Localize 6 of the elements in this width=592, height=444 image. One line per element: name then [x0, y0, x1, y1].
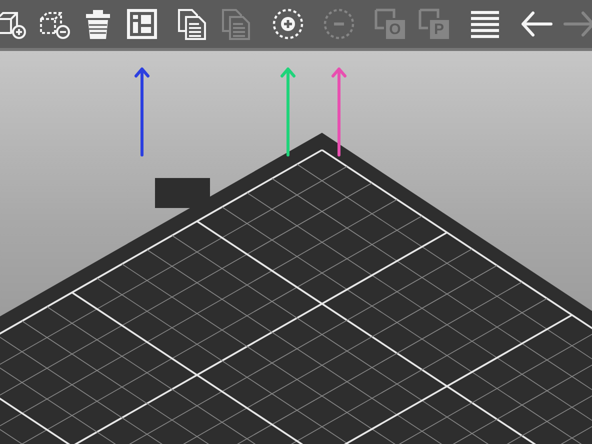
dashed-circle-minus-icon [322, 7, 356, 41]
dashed-circle-plus-icon [271, 7, 305, 41]
stacked-squares-icon [373, 7, 407, 41]
stacked-squares-icon [417, 7, 451, 41]
arrange-button[interactable] [124, 6, 160, 42]
layout-grid-icon [125, 7, 159, 41]
